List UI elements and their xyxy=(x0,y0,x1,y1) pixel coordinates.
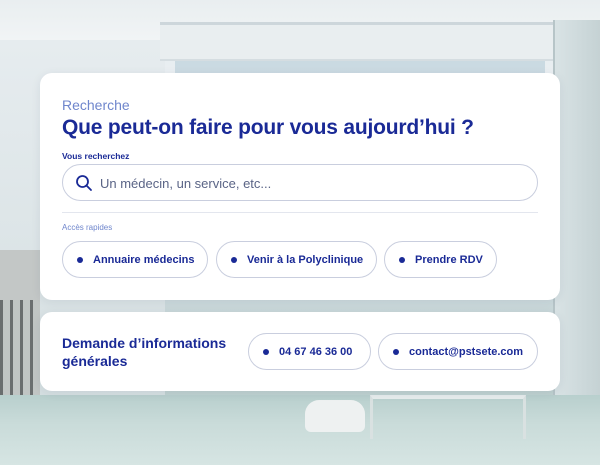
dot-icon xyxy=(263,348,269,355)
quick-link-doctors-directory[interactable]: Annuaire médecins xyxy=(62,241,208,278)
shoe xyxy=(305,400,365,432)
phone-number: 04 67 46 36 00 xyxy=(279,345,353,358)
search-card: Recherche Que peut-on faire pour vous au… xyxy=(40,73,560,300)
email-address: contact@pstsete.com xyxy=(409,345,524,358)
quick-link-directions[interactable]: Venir à la Polyclinique xyxy=(216,241,377,278)
quick-access-label: Accès rapides xyxy=(62,223,113,232)
cart-rack xyxy=(0,300,40,400)
quick-link-appointment[interactable]: Prendre RDV xyxy=(384,241,497,278)
quick-link-label: Prendre RDV xyxy=(415,253,483,266)
search-box[interactable] xyxy=(62,164,538,201)
quick-link-label: Venir à la Polyclinique xyxy=(247,253,364,266)
quick-link-label: Annuaire médecins xyxy=(93,253,195,266)
general-info-card: Demande d’informations générales 04 67 4… xyxy=(40,312,560,391)
divider xyxy=(62,212,538,213)
phone-button[interactable]: 04 67 46 36 00 xyxy=(248,333,371,370)
search-eyebrow: Recherche xyxy=(62,97,130,113)
bed-frame xyxy=(370,395,526,439)
email-button[interactable]: contact@pstsete.com xyxy=(378,333,538,370)
dot-icon xyxy=(399,256,405,263)
search-icon xyxy=(76,175,92,191)
dot-icon xyxy=(77,256,83,263)
search-input[interactable] xyxy=(98,166,522,201)
dot-icon xyxy=(393,348,399,355)
search-field-label: Vous recherchez xyxy=(62,151,130,161)
info-title: Demande d’informations générales xyxy=(62,335,227,369)
page-title: Que peut-on faire pour vous aujourd’hui … xyxy=(62,116,474,139)
dot-icon xyxy=(231,256,237,263)
ceiling-beam xyxy=(160,22,600,61)
